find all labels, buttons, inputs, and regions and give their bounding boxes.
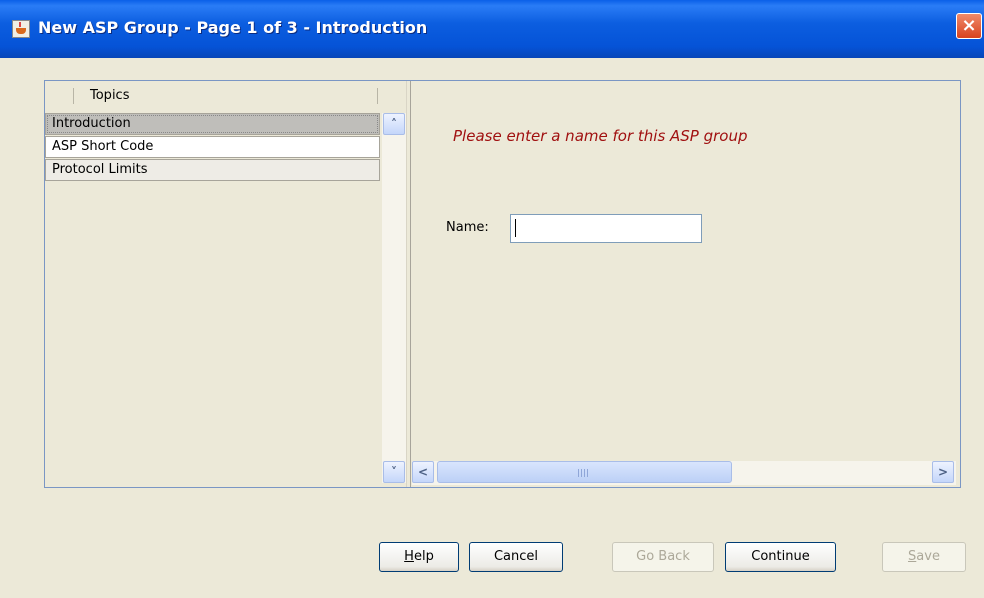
topic-item-label: ASP Short Code xyxy=(52,139,154,154)
scroll-down-icon[interactable]: ˅ xyxy=(383,461,405,483)
topics-vertical-scrollbar[interactable] xyxy=(382,113,406,483)
name-label: Name: xyxy=(446,220,489,235)
topic-item-introduction[interactable]: Introduction xyxy=(45,113,380,135)
scroll-up-icon[interactable]: ˄ xyxy=(383,113,405,135)
window-title: New ASP Group - Page 1 of 3 - Introducti… xyxy=(38,18,428,37)
topic-item-asp-short-code[interactable]: ASP Short Code xyxy=(45,136,380,158)
cancel-button[interactable]: Cancel xyxy=(469,542,563,572)
text-caret xyxy=(515,219,516,237)
window-titlebar[interactable]: New ASP Group - Page 1 of 3 - Introducti… xyxy=(0,0,984,58)
save-button[interactable]: Save xyxy=(882,542,966,572)
topics-header-label: Topics xyxy=(90,88,130,103)
scroll-left-icon[interactable]: < xyxy=(412,461,434,483)
java-app-icon xyxy=(12,20,30,38)
go-back-button[interactable]: Go Back xyxy=(612,542,714,572)
continue-button[interactable]: Continue xyxy=(725,542,836,572)
help-button[interactable]: Help xyxy=(379,542,459,572)
topic-item-protocol-limits[interactable]: Protocol Limits xyxy=(45,159,380,181)
close-icon[interactable]: × xyxy=(956,13,982,39)
topics-column-header[interactable]: Topics xyxy=(45,85,382,107)
horizontal-scroll-thumb[interactable] xyxy=(437,461,732,483)
instruction-text: Please enter a name for this ASP group xyxy=(453,127,748,145)
name-input[interactable] xyxy=(510,214,702,243)
scroll-right-icon[interactable]: > xyxy=(932,461,954,483)
topic-item-label: Protocol Limits xyxy=(52,162,148,177)
